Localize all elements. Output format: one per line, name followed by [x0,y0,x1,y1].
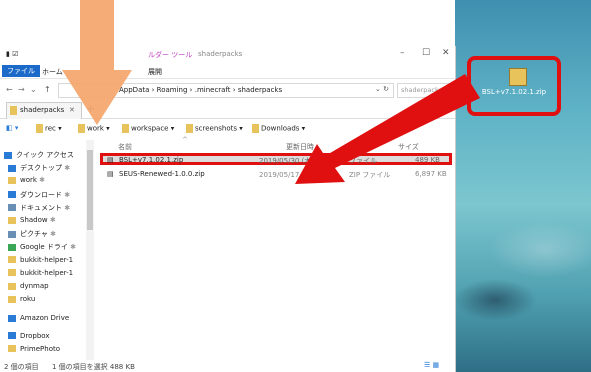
nav-item[interactable]: ドキュメント ✱ [8,203,70,213]
orange-down-arrow [62,0,132,125]
nav-item-label: bukkit-helper-1 [20,255,74,264]
close-button[interactable]: ✕ [442,48,450,58]
forward-arrow-icon[interactable]: → [18,85,25,94]
bookmark-item[interactable]: screenshots ▾ [186,124,243,133]
dropdown-icon[interactable]: ⌄ [30,85,37,94]
pictures-icon [8,230,16,238]
ribbon-context-tab[interactable]: ルダー ツール [148,50,192,60]
nav-item-label: Dropbox [20,331,50,340]
pin-icon: ✱ [47,230,57,239]
bookmark-item[interactable]: work ▾ [78,124,110,133]
nav-item-label: Shadow [20,216,48,224]
path-segment[interactable]: .minecraft [195,86,231,94]
manage-tab[interactable]: 展開 [148,67,162,77]
pin-icon: ✱ [47,216,56,224]
folder-icon [8,176,16,184]
zip-icon [509,68,527,86]
zip-icon: ▤ [107,156,114,164]
nav-item-label: デスクトップ [20,164,62,173]
home-tab[interactable]: ホーム [42,67,63,77]
file-tab[interactable]: ファイル [2,65,40,77]
file-name: SEUS-Renewed-1.0.0.zip [119,170,205,178]
folder-icon [78,124,85,133]
quick-access-toolbar-icon[interactable]: ▮ ☑ [6,50,18,58]
nav-item[interactable]: dynmap [8,282,49,290]
pin-icon: ✱ [62,190,71,199]
minimize-button[interactable]: – [400,48,405,58]
nav-item[interactable]: roku [8,295,35,303]
status-bar: 2 個の項目 1 個の項目を選択 488 KB ☰ ▦ [0,361,455,372]
pin-icon: ✱ [62,164,71,173]
pin-icon: ✱ [36,176,46,185]
up-arrow-icon[interactable]: ↑ [44,85,51,94]
maximize-button[interactable]: ☐ [422,48,430,58]
nav-item-label: Amazon Drive [20,314,70,323]
nav-item-label: dynmap [20,282,49,290]
nav-item[interactable]: bukkit-helper-1 [8,269,73,277]
nav-item-label: roku [20,295,36,304]
download-icon [8,191,16,199]
document-icon [8,204,16,212]
nav-item[interactable]: デスクトップ ✱ [8,163,70,173]
star-icon [4,151,12,159]
nav-item[interactable]: クイック アクセス [4,150,74,160]
pin-icon: ✱ [67,243,77,252]
nav-item[interactable]: Shadow ✱ [8,216,56,224]
nav-scroll-thumb[interactable] [87,150,93,230]
nav-item-label: PrimePhoto [20,344,61,353]
folder-icon [186,124,193,133]
nav-item[interactable]: PrimePhoto [8,345,60,353]
folder-icon [8,216,16,224]
item-count: 2 個の項目 [4,363,39,371]
folder-icon [8,269,16,277]
bookmark-item[interactable]: rec ▾ [36,124,62,133]
nav-item[interactable]: ピクチャ ✱ [8,229,56,239]
tab-label: shaderpacks [20,106,65,114]
nav-item[interactable]: ダウンロード ✱ [8,190,70,200]
navigation-pane: クイック アクセス デスクトップ ✱ work ✱ ダウンロード ✱ ドキュメント ✱ S… [0,140,86,358]
address-path: AppData › Roaming › .minecraft › shaderp… [119,86,283,94]
google-drive-icon [8,243,16,251]
nav-item[interactable]: Google ドライ ✱ [8,242,76,252]
folder-icon [36,124,43,133]
nav-item[interactable]: work ✱ [8,176,45,184]
back-arrow-icon[interactable]: ← [6,85,13,94]
zip-icon: ▤ [107,170,114,178]
folder-icon [8,282,16,290]
nav-item-label: bukkit-helper-1 [20,268,74,277]
folder-icon [8,345,16,353]
nav-item-label: クイック アクセス [16,151,74,159]
file-name: BSL+v7.1.02.1.zip [119,156,184,164]
folder-icon [8,295,16,303]
nav-item-label: ダウンロード [20,190,62,199]
folder-icon [252,124,259,133]
nav-item[interactable]: Amazon Drive [8,314,69,322]
amazon-drive-icon [8,314,16,322]
sort-indicator-icon: ^ [182,136,188,144]
nav-item-label: work [20,176,37,185]
folder-icon [8,256,16,264]
selection-info: 1 個の項目を選択 488 KB [52,363,135,371]
window-title: shaderpacks [198,50,243,58]
nav-item[interactable]: Dropbox [8,332,50,340]
folder-icon [122,124,129,133]
nav-item-label: ドキュメント [20,203,62,212]
path-segment[interactable]: Roaming [157,86,188,94]
details-view-icon[interactable]: ☰ ▦ [424,361,439,369]
pin-icon: ✱ [62,203,71,212]
bookmark-home-icon[interactable]: ◧ ▾ [6,124,18,132]
desktop-icon [8,164,16,172]
folder-icon [10,106,17,115]
dropbox-icon [8,332,16,340]
nav-item-label: Google ドライ [20,243,68,252]
column-name[interactable]: 名前 [118,142,132,152]
nav-item[interactable]: bukkit-helper-1 [8,256,73,264]
nav-item-label: ピクチャ [20,230,48,239]
bookmark-item[interactable]: workspace ▾ [122,124,174,133]
red-drag-arrow [295,74,480,184]
